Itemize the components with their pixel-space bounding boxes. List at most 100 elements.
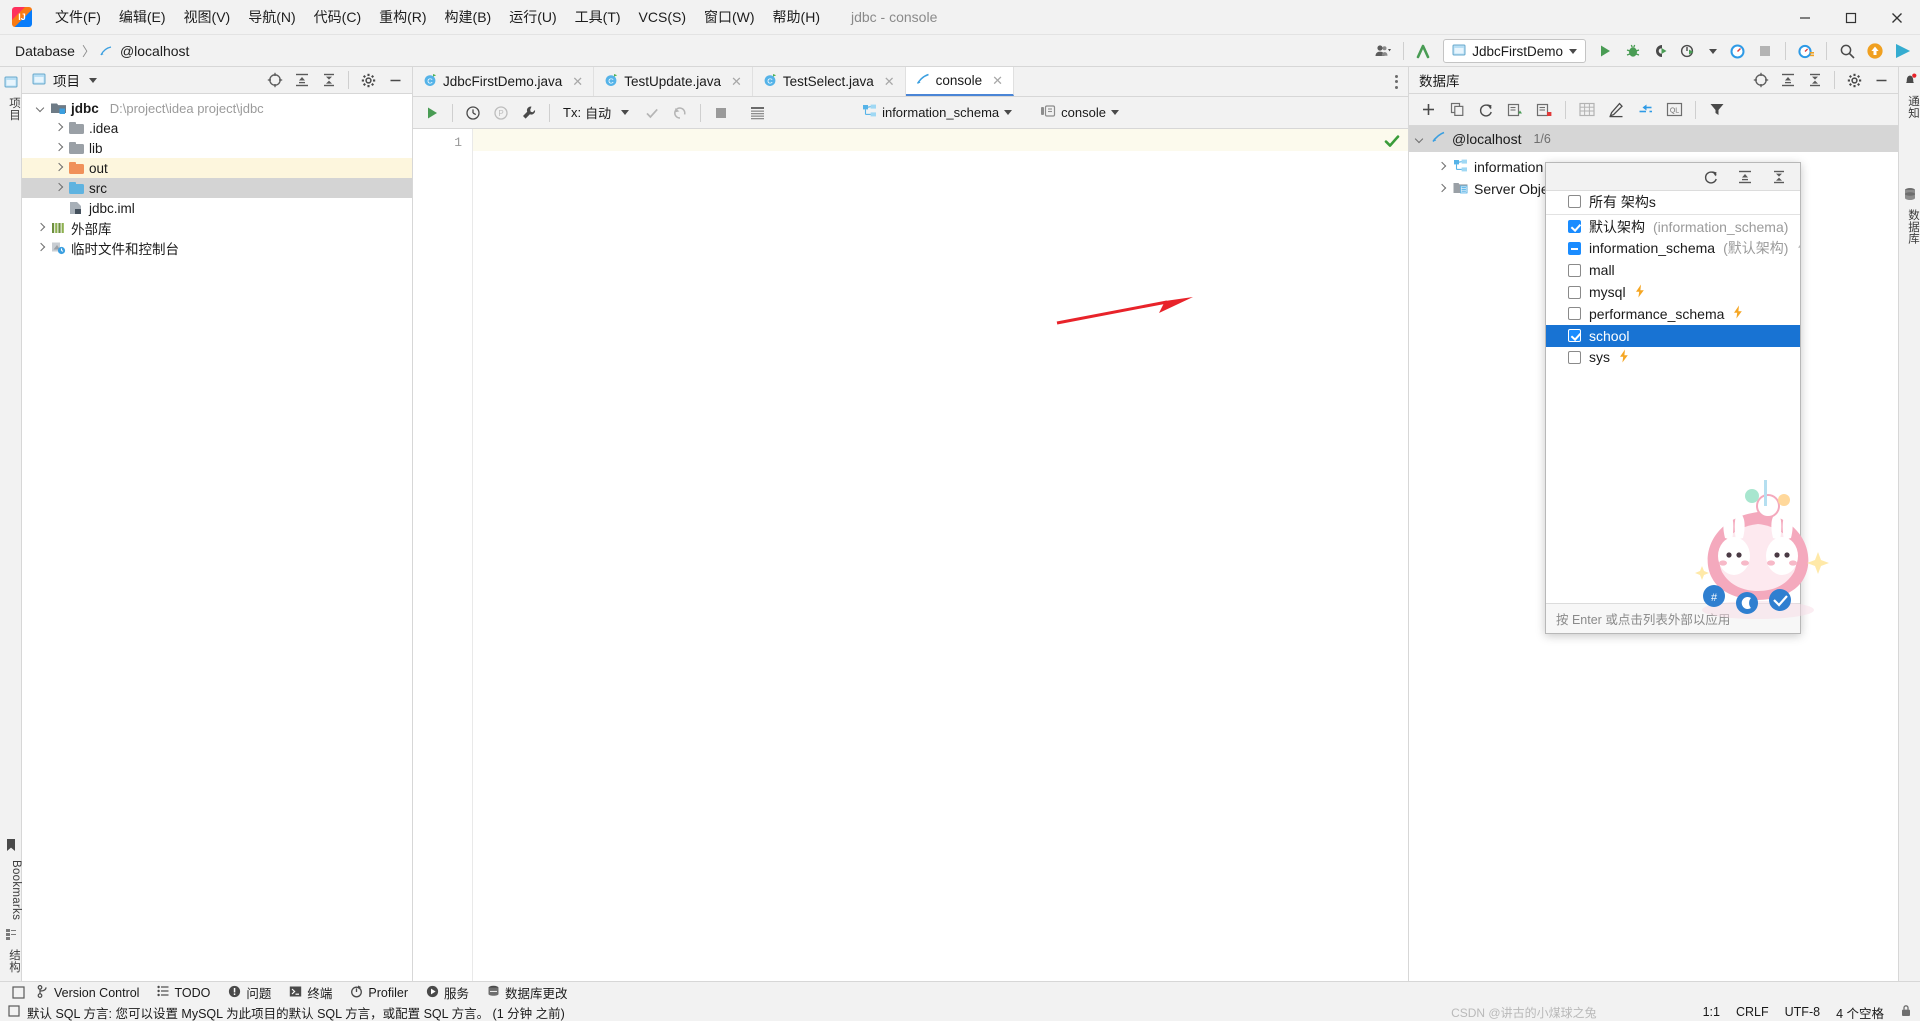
- schema-item-default-schema[interactable]: 默认架构 (information_schema): [1546, 216, 1800, 238]
- maximize-button[interactable]: [1828, 0, 1874, 35]
- chevron-right-icon[interactable]: [36, 243, 46, 253]
- refresh-icon[interactable]: [1698, 164, 1724, 190]
- schema-item-sys[interactable]: sys: [1546, 347, 1800, 369]
- chevron-right-icon[interactable]: [54, 123, 64, 133]
- left-strip-label-project[interactable]: 项目: [0, 93, 22, 125]
- close-icon[interactable]: ✕: [572, 74, 583, 90]
- structure-tool-icon[interactable]: [0, 924, 22, 945]
- checkbox-checked-icon[interactable]: [1568, 329, 1581, 343]
- expand-all-icon[interactable]: [1732, 164, 1758, 190]
- editor-tab-jdbcfirstdemo[interactable]: C JdbcFirstDemo.java ✕: [413, 67, 595, 96]
- chevron-right-icon[interactable]: [54, 163, 64, 173]
- close-icon[interactable]: ✕: [992, 73, 1003, 89]
- collapse-all-icon[interactable]: [1766, 164, 1792, 190]
- tool-window-problems[interactable]: 问题: [219, 981, 280, 1004]
- profile-chevron-down-icon[interactable]: [1709, 48, 1717, 54]
- stop-button[interactable]: [1752, 38, 1778, 64]
- modify-icon[interactable]: [1603, 97, 1629, 123]
- breadcrumb-database[interactable]: Database: [12, 41, 78, 61]
- menu-vcs[interactable]: VCS(S): [630, 5, 695, 29]
- data-transfer-icon[interactable]: [1632, 97, 1658, 123]
- profile-button[interactable]: [1676, 38, 1702, 64]
- stop-query-button[interactable]: [708, 100, 734, 126]
- close-button[interactable]: [1874, 0, 1920, 35]
- editor-tab-testupdate[interactable]: C TestUpdate.java ✕: [594, 67, 753, 96]
- chevron-down-icon[interactable]: [621, 110, 630, 115]
- transaction-mode-value[interactable]: 自动: [585, 103, 611, 122]
- checkbox-unchecked-icon[interactable]: [1568, 195, 1581, 209]
- schema-item-mall[interactable]: mall: [1546, 259, 1800, 281]
- lock-icon[interactable]: [1900, 1004, 1912, 1020]
- menu-refactor[interactable]: 重构(R): [370, 3, 435, 31]
- tool-window-database-changes[interactable]: 数据库更改: [478, 981, 577, 1004]
- ide-play-icon[interactable]: [1890, 38, 1916, 64]
- checkbox-partial-icon[interactable]: [1568, 241, 1581, 255]
- collapse-all-icon[interactable]: [316, 67, 342, 93]
- menu-navigate[interactable]: 导航(N): [239, 3, 304, 31]
- tree-item-jdbc-iml[interactable]: jdbc.iml: [22, 198, 412, 218]
- menu-run[interactable]: 运行(U): [500, 3, 565, 31]
- refresh-icon[interactable]: [1473, 97, 1499, 123]
- tool-window-profiler[interactable]: Profiler: [341, 983, 417, 1003]
- schema-item-information-schema[interactable]: information_schema (默认架构): [1546, 238, 1800, 260]
- run-configuration-selector[interactable]: JdbcFirstDemo: [1443, 39, 1586, 63]
- filter-icon[interactable]: [1704, 97, 1730, 123]
- editor-tab-testselect[interactable]: C TestSelect.java ✕: [753, 67, 906, 96]
- file-encoding[interactable]: UTF-8: [1785, 1005, 1820, 1019]
- checkbox-unchecked-icon[interactable]: [1568, 263, 1581, 277]
- breadcrumb-localhost[interactable]: @localhost: [117, 41, 192, 61]
- hide-panel-icon[interactable]: [1868, 67, 1894, 93]
- gear-icon[interactable]: [355, 67, 381, 93]
- session-selector[interactable]: console: [1034, 101, 1125, 125]
- checkbox-unchecked-icon[interactable]: [1568, 285, 1581, 299]
- tool-window-services[interactable]: 服务: [417, 981, 478, 1004]
- expand-all-icon[interactable]: [289, 67, 315, 93]
- tree-item-idea[interactable]: .idea: [22, 118, 412, 138]
- project-tool-icon[interactable]: [0, 67, 22, 93]
- menu-build[interactable]: 构建(B): [436, 3, 501, 31]
- chevron-right-icon[interactable]: [1437, 184, 1447, 194]
- tree-item-lib[interactable]: lib: [22, 138, 412, 158]
- add-datasource-icon[interactable]: [1415, 97, 1441, 123]
- datasource-root-row[interactable]: @localhost 1/6: [1409, 126, 1898, 152]
- update-available-icon[interactable]: [1862, 38, 1888, 64]
- status-message[interactable]: 默认 SQL 方言: 您可以设置 MySQL 为此项目的默认 SQL 方言，或配…: [27, 1003, 565, 1021]
- project-files-icon[interactable]: [8, 986, 28, 999]
- left-strip-label-bookmarks[interactable]: Bookmarks: [0, 856, 22, 924]
- tool-window-todo[interactable]: TODO: [148, 983, 219, 1002]
- project-view-chevron-down-icon[interactable]: [89, 77, 97, 83]
- duplicate-icon[interactable]: [1444, 97, 1470, 123]
- jump-to-console-icon[interactable]: [1502, 97, 1528, 123]
- checkbox-checked-icon[interactable]: [1568, 220, 1581, 234]
- run-button[interactable]: [1592, 38, 1618, 64]
- close-icon[interactable]: ✕: [731, 74, 742, 90]
- right-strip-label-notifications[interactable]: 通知: [1899, 91, 1920, 123]
- user-account-icon[interactable]: [1370, 38, 1396, 64]
- editor-tab-console[interactable]: console ✕: [905, 67, 1015, 96]
- execute-query-button[interactable]: [419, 100, 445, 126]
- close-icon[interactable]: ✕: [884, 74, 895, 90]
- search-icon[interactable]: [1834, 38, 1860, 64]
- bookmarks-tool-icon[interactable]: [0, 834, 22, 856]
- tree-item-scratches[interactable]: 临时文件和控制台: [22, 238, 412, 258]
- schema-item-all-schemas[interactable]: 所有 架构s: [1546, 191, 1800, 213]
- scroll-from-source-icon[interactable]: [1748, 67, 1774, 93]
- sql-console-editor[interactable]: 1: [413, 129, 1408, 985]
- menu-window[interactable]: 窗口(W): [695, 3, 764, 31]
- update-project-icon[interactable]: [1411, 38, 1437, 64]
- database-tool-icon[interactable]: [1899, 183, 1920, 205]
- editor-tab-overflow-button[interactable]: [1385, 67, 1408, 96]
- chevron-right-icon[interactable]: [1437, 162, 1447, 172]
- chevron-down-icon[interactable]: [1415, 134, 1425, 144]
- checkbox-unchecked-icon[interactable]: [1568, 350, 1581, 364]
- gear-icon[interactable]: [1841, 67, 1867, 93]
- tool-window-terminal[interactable]: 终端: [280, 981, 341, 1004]
- collapse-all-icon[interactable]: [1802, 67, 1828, 93]
- menu-edit[interactable]: 编辑(E): [110, 3, 175, 31]
- menu-tools[interactable]: 工具(T): [566, 3, 630, 31]
- scroll-from-source-icon[interactable]: [262, 67, 288, 93]
- line-separator[interactable]: CRLF: [1736, 1005, 1769, 1019]
- right-strip-label-database[interactable]: 数据库: [1899, 205, 1920, 248]
- settings-wrench-icon[interactable]: [516, 100, 542, 126]
- menu-view[interactable]: 视图(V): [175, 3, 240, 31]
